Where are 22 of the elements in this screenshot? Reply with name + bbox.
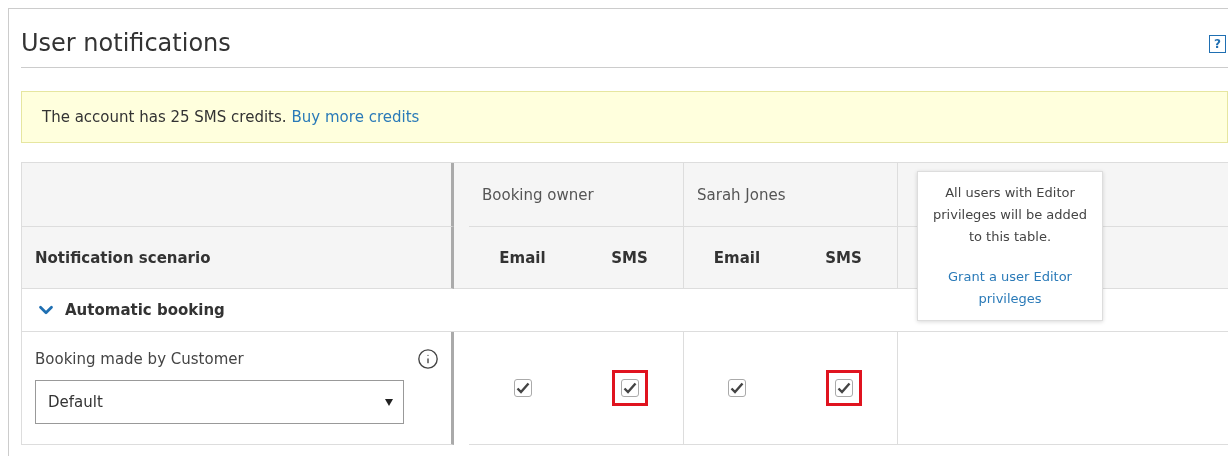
column-header: Notification scenario [35, 248, 211, 267]
group-title: Automatic booking [65, 301, 225, 319]
scenario-label: Booking made by Customer [35, 350, 244, 368]
channel-header: Email [713, 248, 761, 267]
buy-credits-link[interactable]: Buy more credits [291, 108, 420, 126]
help-button[interactable]: ? [1209, 35, 1226, 53]
banner-text: The account has 25 SMS credits. [42, 108, 287, 126]
channel-header: SMS [825, 248, 862, 267]
page-title: User notifications [21, 29, 231, 57]
checkbox[interactable] [728, 379, 746, 397]
user-column-header: Booking owner [482, 185, 594, 204]
caret-icon [385, 398, 393, 406]
checkbox[interactable] [834, 379, 853, 397]
tooltip-text: All users with Editor privileges will be added to this table. [932, 184, 1088, 246]
user-column-header: Sarah Jones [697, 185, 786, 204]
checkbox[interactable] [620, 379, 639, 397]
scenario-select[interactable]: Default [35, 380, 404, 424]
grant-editor-link[interactable]: Grant a user Editor privileges [928, 266, 1092, 310]
channel-header: Email [499, 248, 546, 267]
channel-header: SMS [611, 248, 648, 267]
checkbox[interactable] [513, 379, 532, 397]
info-icon[interactable] [417, 348, 439, 370]
